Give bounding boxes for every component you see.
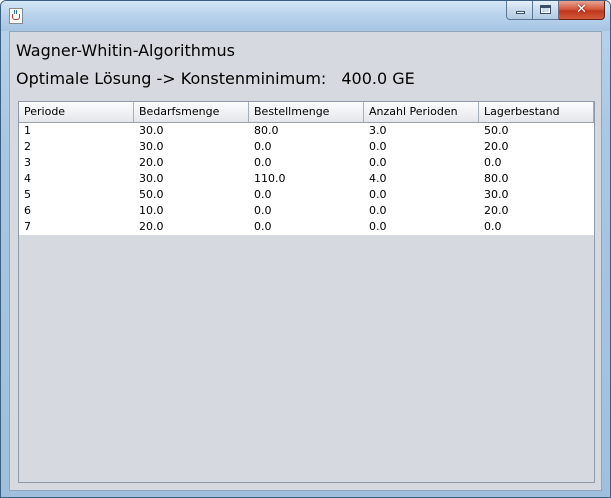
table-row[interactable]: 1 30.0 80.0 3.0 50.0: [19, 123, 594, 139]
column-header-bestellmenge[interactable]: Bestellmenge: [249, 102, 364, 122]
table-cell[interactable]: 2: [19, 139, 134, 155]
table-cell[interactable]: 6: [19, 203, 134, 219]
title-bar[interactable]: ✕: [1, 1, 610, 31]
minimize-icon: [516, 11, 525, 14]
column-header-bedarfsmenge[interactable]: Bedarfsmenge: [134, 102, 249, 122]
table-header: Periode Bedarfsmenge Bestellmenge Anzahl…: [19, 102, 594, 123]
table-row[interactable]: 4 30.0 110.0 4.0 80.0: [19, 171, 594, 187]
table-cell[interactable]: 110.0: [249, 171, 364, 187]
solution-value: 400.0 GE: [341, 69, 415, 88]
application-window: ✕ Wagner-Whitin-Algorithmus Optimale Lös…: [0, 0, 611, 498]
table-cell[interactable]: 30.0: [134, 123, 249, 139]
table-cell[interactable]: 7: [19, 219, 134, 235]
caption-buttons: ✕: [506, 1, 605, 21]
table-cell[interactable]: 4: [19, 171, 134, 187]
close-button[interactable]: ✕: [559, 1, 605, 20]
column-header-anzahl-perioden[interactable]: Anzahl Perioden: [364, 102, 479, 122]
table-cell[interactable]: 0.0: [249, 203, 364, 219]
table-cell[interactable]: 0.0: [249, 139, 364, 155]
table-cell[interactable]: 4.0: [364, 171, 479, 187]
table-cell[interactable]: 50.0: [479, 123, 594, 139]
table-cell[interactable]: 0.0: [249, 155, 364, 171]
table-cell[interactable]: 5: [19, 187, 134, 203]
solution-label: Optimale Lösung -> Konstenminimum:: [16, 69, 327, 88]
maximize-button[interactable]: [533, 1, 559, 20]
table-cell[interactable]: 20.0: [134, 219, 249, 235]
table-cell[interactable]: 0.0: [249, 187, 364, 203]
maximize-icon: [540, 5, 551, 14]
column-header-lagerbestand[interactable]: Lagerbestand: [479, 102, 594, 122]
table-row[interactable]: 7 20.0 0.0 0.0 0.0: [19, 219, 594, 235]
solution-line: Optimale Lösung -> Konstenminimum: 400.0 …: [16, 69, 415, 88]
close-icon: ✕: [576, 2, 587, 17]
java-icon[interactable]: [9, 8, 23, 24]
table-cell[interactable]: 3.0: [364, 123, 479, 139]
column-header-periode[interactable]: Periode: [19, 102, 134, 122]
table-cell[interactable]: 50.0: [134, 187, 249, 203]
table-cell[interactable]: 3: [19, 155, 134, 171]
table-cell[interactable]: 30.0: [479, 187, 594, 203]
table-body: 1 30.0 80.0 3.0 50.0 2 30.0 0.0 0.0 20.0…: [19, 123, 594, 235]
algorithm-title: Wagner-Whitin-Algorithmus: [16, 41, 235, 60]
table-cell[interactable]: 20.0: [479, 139, 594, 155]
table-cell[interactable]: 20.0: [134, 155, 249, 171]
table-cell[interactable]: 0.0: [249, 219, 364, 235]
table-cell[interactable]: 1: [19, 123, 134, 139]
table-cell[interactable]: 0.0: [364, 187, 479, 203]
table-cell[interactable]: 30.0: [134, 171, 249, 187]
table-cell[interactable]: 10.0: [134, 203, 249, 219]
table-row[interactable]: 3 20.0 0.0 0.0 0.0: [19, 155, 594, 171]
results-table[interactable]: Periode Bedarfsmenge Bestellmenge Anzahl…: [18, 101, 595, 483]
table-row[interactable]: 5 50.0 0.0 0.0 30.0: [19, 187, 594, 203]
table-cell[interactable]: 0.0: [364, 139, 479, 155]
table-cell[interactable]: 0.0: [364, 219, 479, 235]
table-cell[interactable]: 20.0: [479, 203, 594, 219]
table-cell[interactable]: 0.0: [479, 155, 594, 171]
table-cell[interactable]: 0.0: [479, 219, 594, 235]
table-cell[interactable]: 80.0: [249, 123, 364, 139]
minimize-button[interactable]: [506, 1, 533, 20]
java-cup-shape: [12, 14, 20, 20]
table-cell[interactable]: 0.0: [364, 155, 479, 171]
table-cell[interactable]: 0.0: [364, 203, 479, 219]
table-row[interactable]: 6 10.0 0.0 0.0 20.0: [19, 203, 594, 219]
table-cell[interactable]: 30.0: [134, 139, 249, 155]
table-row[interactable]: 2 30.0 0.0 0.0 20.0: [19, 139, 594, 155]
client-area: Wagner-Whitin-Algorithmus Optimale Lösun…: [9, 31, 602, 491]
table-cell[interactable]: 80.0: [479, 171, 594, 187]
